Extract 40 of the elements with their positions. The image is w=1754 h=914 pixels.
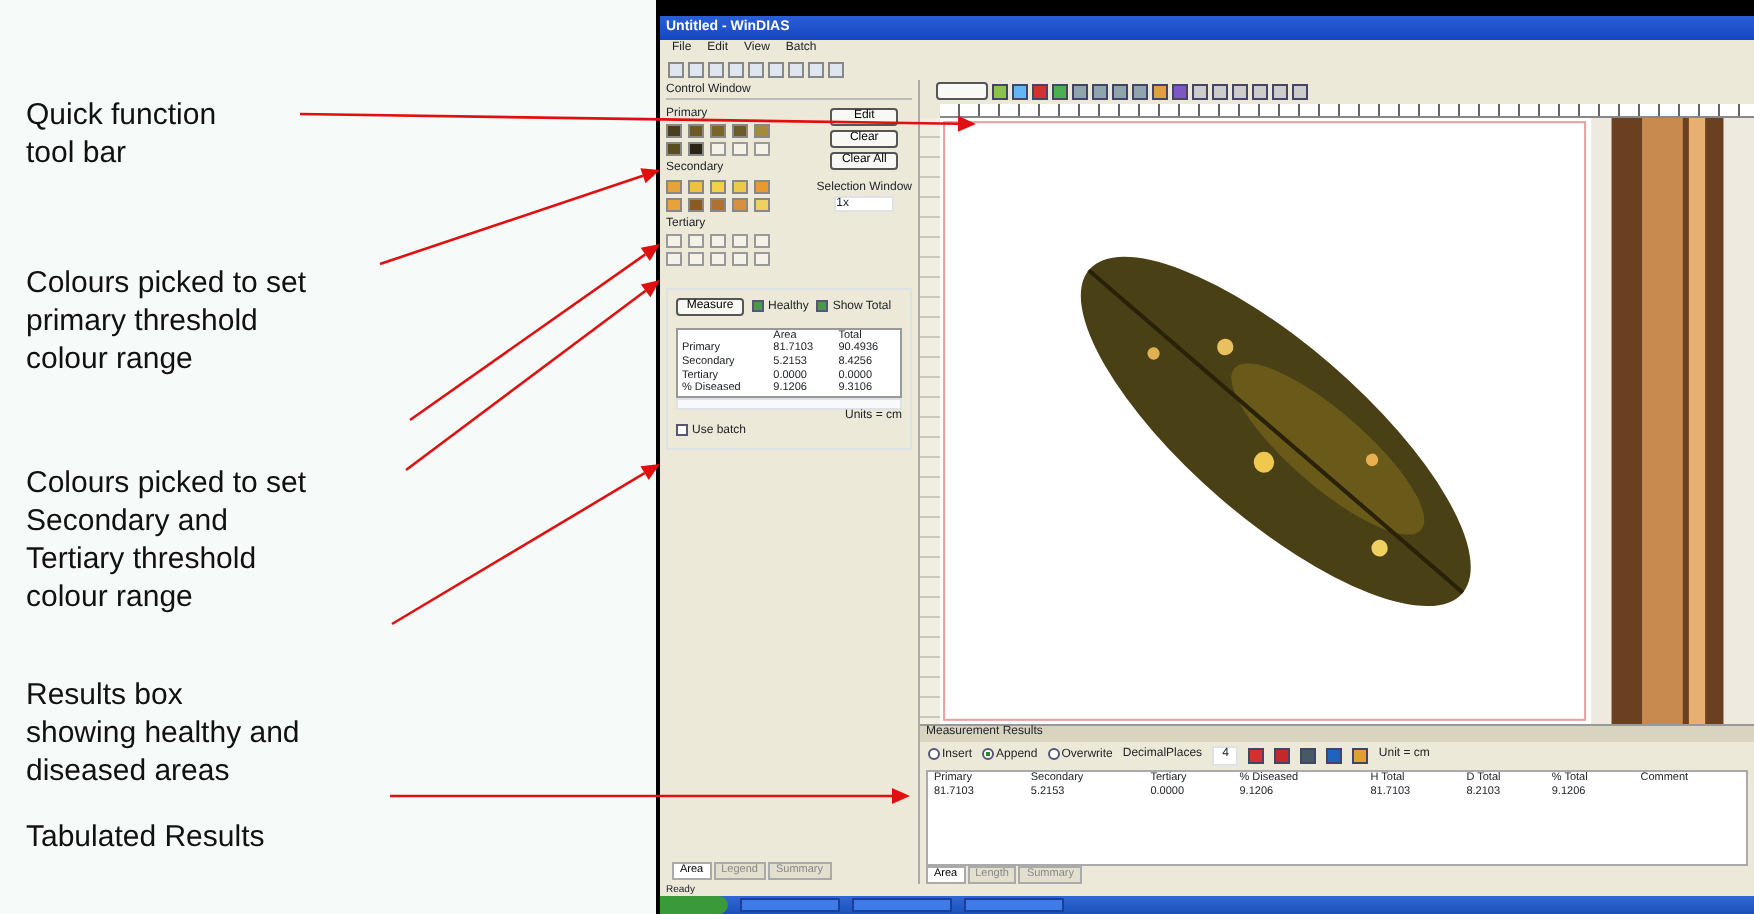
color-swatch[interactable] (754, 179, 770, 194)
taskbar-button[interactable] (964, 898, 1064, 912)
empty-swatch[interactable] (710, 142, 726, 157)
color-swatch[interactable] (754, 197, 770, 212)
color-swatch[interactable] (688, 142, 704, 157)
color-swatch[interactable] (710, 179, 726, 194)
color-swatch[interactable] (688, 179, 704, 194)
color-swatch[interactable] (666, 142, 682, 157)
empty-swatch[interactable] (666, 251, 682, 266)
start-button[interactable] (660, 896, 728, 914)
annotation-text: Colours picked to set primary threshold colour range (26, 264, 307, 378)
color-swatch[interactable] (732, 124, 748, 139)
color-swatch[interactable] (666, 124, 682, 139)
color-swatch[interactable] (688, 197, 704, 212)
color-swatch[interactable] (732, 179, 748, 194)
color-swatch[interactable] (710, 197, 726, 212)
quick-button[interactable] (936, 81, 988, 99)
empty-swatch[interactable] (688, 233, 704, 248)
empty-swatch[interactable] (732, 251, 748, 266)
empty-swatch[interactable] (732, 233, 748, 248)
color-swatch[interactable] (710, 124, 726, 139)
color-swatch[interactable] (666, 197, 682, 212)
annotation-text: Colours picked to set Secondary and Tertiary threshold colour range (26, 464, 307, 616)
annotation-text: Results box showing healthy and diseased areas (26, 676, 300, 790)
empty-swatch[interactable] (754, 251, 770, 266)
annotation-text: Tabulated Results (26, 818, 265, 856)
empty-swatch[interactable] (754, 142, 770, 157)
empty-swatch[interactable] (666, 233, 682, 248)
empty-swatch[interactable] (710, 233, 726, 248)
color-swatch[interactable] (666, 179, 682, 194)
taskbar-button[interactable] (852, 898, 952, 912)
empty-swatch[interactable] (754, 233, 770, 248)
color-swatch[interactable] (754, 124, 770, 139)
color-swatch[interactable] (688, 124, 704, 139)
empty-swatch[interactable] (710, 251, 726, 266)
taskbar-button[interactable] (740, 898, 840, 912)
color-swatch[interactable] (732, 197, 748, 212)
empty-swatch[interactable] (688, 251, 704, 266)
annotation-text: Quick function tool bar (26, 96, 217, 172)
empty-swatch[interactable] (732, 142, 748, 157)
